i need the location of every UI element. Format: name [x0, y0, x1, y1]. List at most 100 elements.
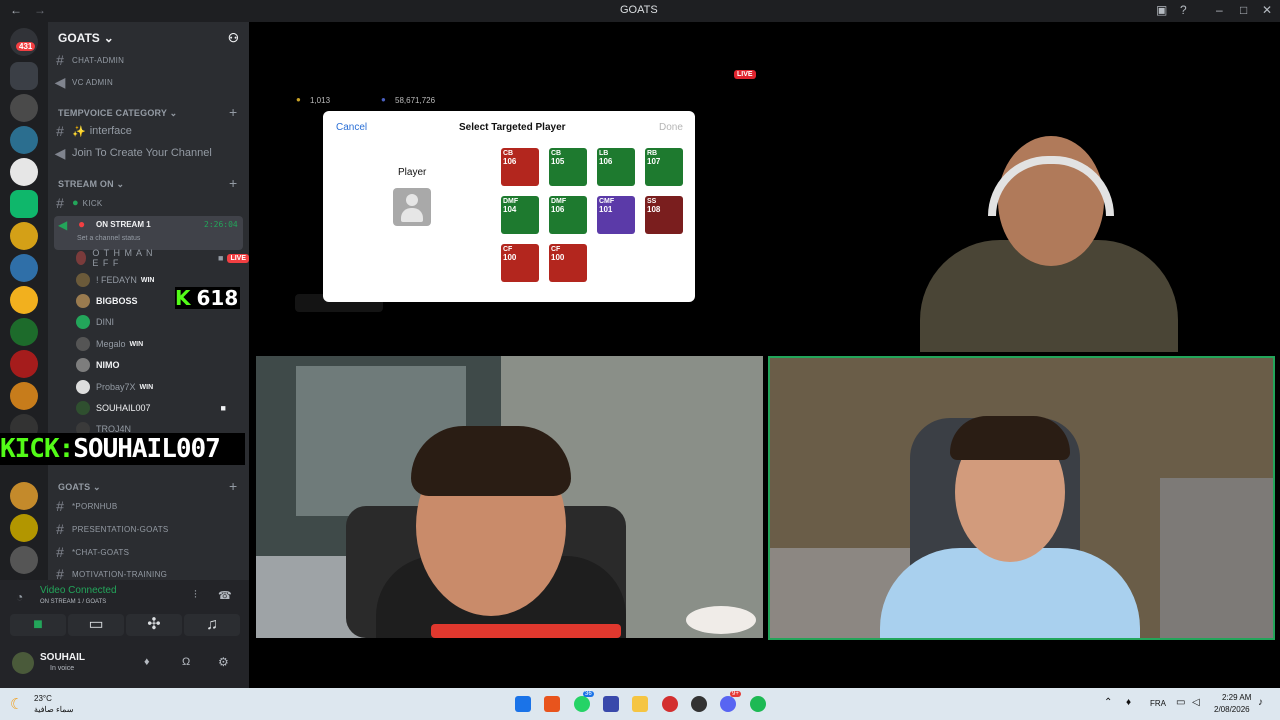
- disconnect-icon[interactable]: ☎: [218, 589, 232, 602]
- brave-browser-icon[interactable]: [544, 696, 560, 712]
- server-icon[interactable]: [10, 126, 38, 154]
- player-card[interactable]: DMF 106: [549, 196, 587, 234]
- add-channel-icon[interactable]: +: [229, 104, 237, 120]
- channel-goats-1[interactable]: # *PORNHUB: [48, 496, 249, 516]
- avatar[interactable]: [12, 652, 34, 674]
- kick-server-icon[interactable]: [10, 190, 38, 218]
- add-channel-icon[interactable]: +: [229, 175, 237, 191]
- channel-status[interactable]: Set a channel status: [77, 235, 140, 242]
- player-card[interactable]: CF 100: [549, 244, 587, 282]
- server-icon[interactable]: [10, 158, 38, 186]
- voice-user[interactable]: Probay7X WIN: [76, 377, 153, 397]
- activities-button[interactable]: ✣: [126, 614, 182, 636]
- server-icon[interactable]: [10, 286, 38, 314]
- microphone-icon[interactable]: ♦: [1126, 697, 1131, 708]
- microphone-icon[interactable]: ♦: [144, 656, 150, 668]
- network-icon[interactable]: ▭: [1176, 697, 1185, 708]
- voice-user[interactable]: SOUHAIL007 ■: [76, 398, 226, 418]
- voice-user[interactable]: NIMO: [76, 355, 120, 375]
- card-rating: 107: [647, 157, 661, 166]
- channel-on-stream[interactable]: ◀ ● ON STREAM 1 2:26:04 Set a channel st…: [54, 216, 243, 250]
- hash-icon: #: [56, 52, 64, 68]
- kick-prefix: KICK:: [0, 434, 74, 464]
- obs-icon[interactable]: [691, 696, 707, 712]
- maximize-icon[interactable]: □: [1240, 3, 1247, 17]
- add-channel-icon[interactable]: +: [229, 478, 237, 494]
- cancel-button[interactable]: Cancel: [336, 122, 367, 133]
- voice-user[interactable]: O T H M A N E F F ■ LIVE: [76, 248, 249, 268]
- add-member-icon[interactable]: ⚇: [228, 31, 239, 45]
- pen-app-icon[interactable]: [603, 696, 619, 712]
- share-screen-button[interactable]: ▭: [68, 614, 124, 636]
- chevron-up-icon[interactable]: ⌃: [1104, 697, 1112, 708]
- player-card[interactable]: LB 106: [597, 148, 635, 186]
- inbox-icon[interactable]: ▣: [1156, 3, 1167, 17]
- chevron-down-icon: ⌄: [103, 31, 114, 45]
- whatsapp-icon[interactable]: [574, 696, 590, 712]
- close-icon[interactable]: ✕: [1262, 3, 1272, 17]
- channel-goats-4[interactable]: # MOTIVATION-TRAINING: [48, 564, 249, 580]
- help-icon[interactable]: ?: [1180, 3, 1187, 17]
- voice-channel[interactable]: ON STREAM 1 / GOATS: [40, 599, 106, 605]
- plate: [686, 606, 756, 634]
- category-goats[interactable]: GOATS ⌄: [58, 482, 101, 493]
- user-name: DINI: [96, 317, 114, 327]
- done-button[interactable]: Done: [659, 122, 683, 133]
- server-goats-icon[interactable]: [10, 62, 38, 90]
- spotify-icon[interactable]: [750, 696, 766, 712]
- server-icon[interactable]: [10, 222, 38, 250]
- channel-join-create[interactable]: ◀ Join To Create Your Channel: [48, 143, 249, 163]
- camera-button[interactable]: ■: [10, 614, 66, 636]
- server-icon[interactable]: [10, 382, 38, 410]
- player-card[interactable]: CF 100: [501, 244, 539, 282]
- windows-start-icon[interactable]: [515, 696, 531, 712]
- player-card[interactable]: CB 105: [549, 148, 587, 186]
- channel-interface[interactable]: # ✨ interface: [48, 121, 249, 141]
- noise-suppression-icon[interactable]: ⫶: [194, 589, 197, 602]
- voice-user[interactable]: Megalo WIN: [76, 334, 143, 354]
- clock-date[interactable]: 2/08/2026: [1214, 705, 1250, 714]
- back-arrow-icon[interactable]: ←: [10, 3, 22, 17]
- player-placeholder[interactable]: [393, 188, 431, 226]
- server-icon[interactable]: [10, 350, 38, 378]
- app-red-icon[interactable]: [662, 696, 678, 712]
- clock-time[interactable]: 2:29 AM: [1222, 693, 1251, 702]
- soundboard-button[interactable]: ♫: [184, 614, 240, 636]
- voice-user[interactable]: DINI: [76, 312, 114, 332]
- settings-gear-icon[interactable]: ⚙: [218, 655, 229, 669]
- player-card[interactable]: SS 108: [645, 196, 683, 234]
- hash-icon: #: [56, 195, 64, 211]
- server-icon[interactable]: [10, 546, 38, 574]
- player-card[interactable]: DMF 104: [501, 196, 539, 234]
- player-card[interactable]: CB 106: [501, 148, 539, 186]
- headphones-icon[interactable]: Ω: [182, 656, 190, 668]
- minimize-icon[interactable]: –: [1216, 3, 1223, 17]
- server-icon[interactable]: [10, 94, 38, 122]
- file-explorer-icon[interactable]: [632, 696, 648, 712]
- notification-bell-icon[interactable]: ♪: [1258, 697, 1263, 708]
- red-dot-icon: ●: [78, 217, 86, 231]
- server-icon[interactable]: [10, 482, 38, 510]
- channel-goats-3[interactable]: # *CHAT-GOATS: [48, 542, 249, 562]
- player-card[interactable]: RB 107: [645, 148, 683, 186]
- server-icon[interactable]: [10, 318, 38, 346]
- category-stream-on[interactable]: STREAM ON ⌄: [58, 179, 124, 190]
- player-card[interactable]: CMF 101: [597, 196, 635, 234]
- discord-icon[interactable]: [720, 696, 736, 712]
- card-rating: 100: [551, 253, 565, 262]
- server-icon[interactable]: [10, 514, 38, 542]
- voice-user[interactable]: ! FEDAYN WIN: [76, 270, 154, 290]
- notification-badge: 431: [16, 42, 36, 51]
- channel-chat-admin[interactable]: # CHAT-ADMIN: [48, 50, 249, 70]
- channel-vc-admin[interactable]: ◀ VC ADMIN: [48, 72, 249, 92]
- voice-user[interactable]: BIGBOSS: [76, 291, 138, 311]
- forward-arrow-icon[interactable]: →: [34, 3, 46, 17]
- category-tempvoice[interactable]: TEMPVOICE CATEGORY ⌄: [58, 108, 177, 119]
- server-icon[interactable]: [10, 254, 38, 282]
- channel-kick[interactable]: # ● KICK: [48, 193, 249, 213]
- language-indicator[interactable]: FRA: [1150, 699, 1166, 708]
- webcam-feed-bottom-right: [768, 356, 1275, 640]
- volume-icon[interactable]: ◁: [1192, 697, 1200, 708]
- coins-value: 1,013: [310, 96, 331, 105]
- channel-goats-2[interactable]: # PRESENTATION-GOATS: [48, 519, 249, 539]
